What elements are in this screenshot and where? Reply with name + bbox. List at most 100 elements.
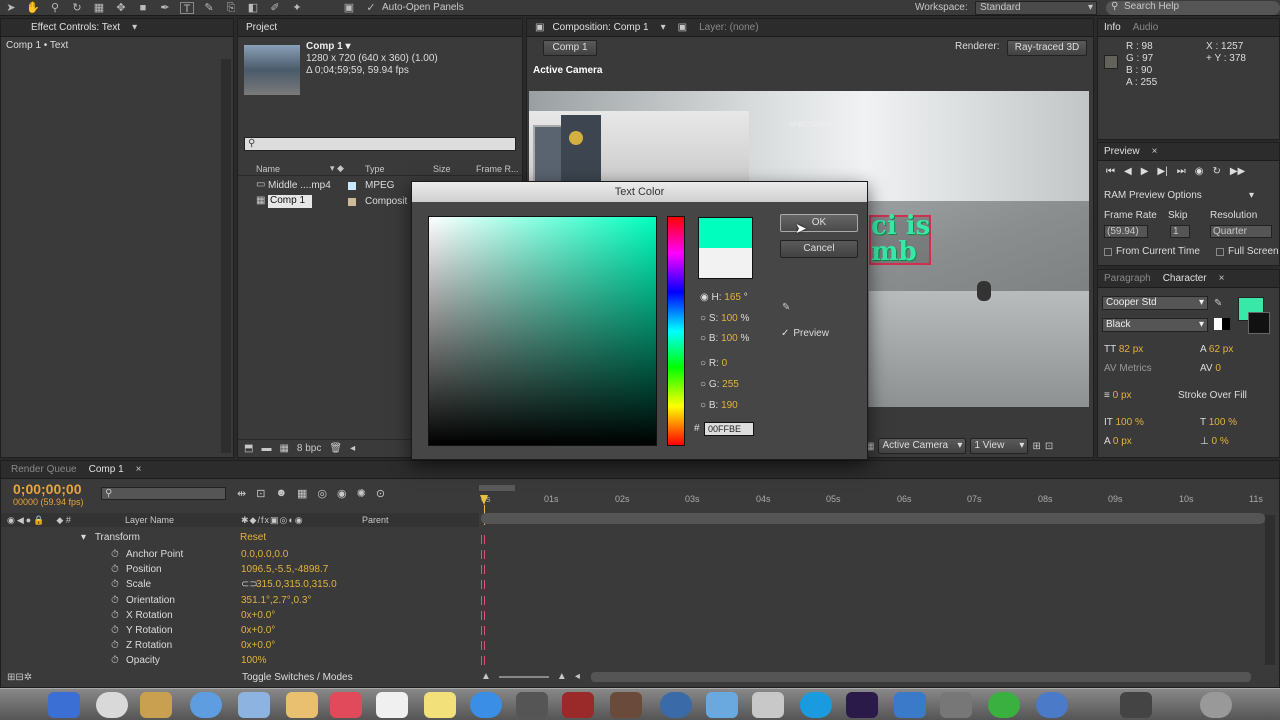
stickies-icon[interactable] — [424, 692, 456, 718]
camera-select[interactable]: Active Camera ▾ — [878, 438, 967, 454]
stopwatch-icon[interactable]: ⏱ — [111, 625, 119, 636]
column-type[interactable]: Type — [365, 164, 385, 174]
label-icon[interactable]: ▾ ◆ — [330, 163, 344, 174]
hand-tool-icon[interactable]: ✋ — [26, 2, 40, 14]
saturation-field[interactable]: ○ S: 100 % — [700, 309, 749, 330]
property-value[interactable]: 0x+0.0° — [241, 625, 275, 636]
property-value[interactable]: 351.1°,2.7°,0.3° — [241, 595, 311, 606]
frame-rate-select[interactable]: (59.94) — [1104, 225, 1148, 238]
selection-tool-icon[interactable]: ➤ — [4, 2, 18, 14]
preview-app-icon[interactable] — [752, 692, 784, 718]
auto-open-checkbox-icon[interactable]: ✓ — [364, 2, 378, 14]
pan-behind-tool-icon[interactable]: ✥ — [114, 2, 128, 14]
tab-info[interactable]: Info — [1098, 22, 1127, 33]
tab-effect-controls[interactable]: Effect Controls: Text — [1, 22, 126, 33]
stopwatch-icon[interactable]: ⏱ — [111, 549, 119, 560]
auto-open-label[interactable]: Auto-Open Panels — [382, 2, 464, 13]
keyframe-marker[interactable] — [481, 595, 485, 605]
current-timecode[interactable]: 0;00;00;00 — [13, 481, 82, 497]
property-value[interactable]: 0.0,0.0,0.0 — [241, 549, 288, 560]
project-search-input[interactable]: ⚲ — [244, 137, 516, 151]
calendar-icon[interactable] — [330, 692, 362, 718]
eyedropper-icon[interactable]: ✎ — [1214, 298, 1222, 309]
stroke-mode-select[interactable]: Stroke Over Fill — [1178, 390, 1247, 401]
motion-blur-icon[interactable]: ◎ — [317, 487, 327, 500]
column-frame-rate[interactable]: Frame R... — [476, 164, 519, 174]
toggle-switches-button[interactable]: Toggle Switches / Modes — [242, 672, 353, 683]
keyframe-marker[interactable] — [481, 535, 485, 544]
notes-icon[interactable] — [376, 692, 408, 718]
toggle-pixel-aspect-icon[interactable]: ⊞ — [1032, 441, 1040, 452]
downloads-stack-icon[interactable] — [1120, 692, 1152, 718]
brush-tool-icon[interactable]: ✎ — [202, 2, 216, 14]
time-navigator[interactable] — [481, 513, 1265, 524]
mail-icon[interactable] — [238, 692, 270, 718]
full-screen-checkbox[interactable]: Full Screen — [1216, 246, 1279, 257]
hue-field[interactable]: ◉ H: 165 ° — [700, 288, 749, 309]
tab-render-queue[interactable]: Render Queue — [1, 464, 83, 475]
itunes-icon[interactable] — [660, 692, 692, 718]
tab-project[interactable]: Project — [238, 22, 283, 33]
stroke-width-field[interactable]: ≡ 0 px — [1104, 390, 1132, 401]
app-icon[interactable] — [894, 692, 926, 718]
trash-icon[interactable]: 🗑 — [329, 443, 342, 454]
property-value[interactable]: 315.0,315.0,315.0 — [256, 579, 337, 590]
chevron-down-icon[interactable]: ▾ — [126, 22, 143, 33]
zoom-out-icon[interactable]: ▲ — [481, 671, 491, 682]
search-help-input[interactable]: ⚲ Search Help — [1106, 0, 1280, 15]
bpc-label[interactable]: 8 bpc — [297, 443, 321, 454]
ram-preview-select[interactable]: RAM Preview Options ▾ — [1104, 190, 1254, 201]
black-white-swatch[interactable] — [1214, 318, 1230, 330]
preview-checkbox[interactable]: ✓ Preview — [781, 328, 829, 339]
rotate-tool-icon[interactable]: ↻ — [70, 2, 84, 14]
tab-preview[interactable]: Preview — [1098, 146, 1146, 157]
stopwatch-icon[interactable]: ⏱ — [111, 595, 119, 606]
av-switches-icon[interactable]: ◉◀●🔒 — [1, 515, 46, 526]
brightness-field[interactable]: ○ B: 100 % — [700, 329, 749, 350]
font-family-select[interactable]: Cooper Std ▾ — [1102, 296, 1208, 310]
new-folder-icon[interactable]: ▬ — [261, 443, 271, 454]
property-row[interactable]: ⏱ Orientation 351.1°,2.7°,0.3° — [1, 593, 479, 608]
property-value[interactable]: 1096.5,-5.5,-4898.7 — [241, 564, 328, 575]
baseline-shift-field[interactable]: A 0 px — [1104, 436, 1132, 447]
label-icon[interactable]: ◆ # — [46, 515, 70, 526]
stopwatch-icon[interactable]: ⏱ — [111, 579, 119, 590]
keyframe-marker[interactable] — [481, 610, 485, 620]
new-comp-icon[interactable]: ▦ — [279, 443, 288, 454]
graph-editor-icon[interactable]: ◉ — [337, 487, 347, 500]
work-area-bar[interactable] — [479, 485, 515, 491]
interpret-footage-icon[interactable]: ⬒ — [244, 443, 253, 454]
last-frame-icon[interactable]: ⏭ — [1177, 166, 1186, 177]
auto-keyframe-icon[interactable]: ⊙ — [376, 487, 385, 500]
stopwatch-icon[interactable]: ⏱ — [111, 655, 119, 666]
column-size[interactable]: Size — [433, 164, 451, 174]
app-icon[interactable] — [1036, 692, 1068, 718]
play-icon[interactable]: ▶ — [1141, 166, 1149, 177]
clone-stamp-tool-icon[interactable]: ⎘ — [224, 2, 238, 14]
ram-preview-icon[interactable]: ▶▶ — [1230, 166, 1245, 177]
horizontal-scale-field[interactable]: T 100 % — [1200, 417, 1237, 428]
folder-icon[interactable] — [140, 692, 172, 718]
hide-shy-layers-icon[interactable]: ☻ — [275, 487, 287, 500]
scrollbar[interactable] — [221, 59, 231, 453]
property-row[interactable]: ⏱ Anchor Point 0.0,0.0,0.0 — [1, 547, 479, 562]
chevron-down-icon[interactable]: ▾ — [655, 22, 672, 33]
launchpad-icon[interactable] — [96, 692, 128, 718]
layer-switches-icon[interactable]: ✱◆/fx▣◎◐◉ — [241, 515, 304, 526]
vertical-scrollbar[interactable] — [1265, 515, 1275, 665]
tracking-field[interactable]: AV 0 — [1200, 363, 1221, 374]
column-name[interactable]: Name — [256, 164, 280, 174]
roto-brush-tool-icon[interactable]: ✐ — [268, 2, 282, 14]
app-icon[interactable] — [988, 692, 1020, 718]
keyframe-marker[interactable] — [481, 565, 485, 575]
stopwatch-icon[interactable]: ⏱ — [111, 640, 119, 651]
font-style-select[interactable]: Black ▾ — [1102, 318, 1208, 332]
kerning-field[interactable]: AV Metrics — [1104, 363, 1152, 374]
reset-link[interactable]: Reset — [240, 532, 266, 543]
audio-icon[interactable]: ◉ — [1195, 166, 1204, 177]
zoom-tool-icon[interactable]: ⚲ — [48, 2, 62, 14]
next-frame-icon[interactable]: ▶| — [1157, 166, 1167, 177]
property-value[interactable]: 0x+0.0° — [241, 640, 275, 651]
tab-comp-1[interactable]: Comp 1 — [83, 464, 130, 475]
panels-icon[interactable]: ▣ — [342, 2, 356, 14]
